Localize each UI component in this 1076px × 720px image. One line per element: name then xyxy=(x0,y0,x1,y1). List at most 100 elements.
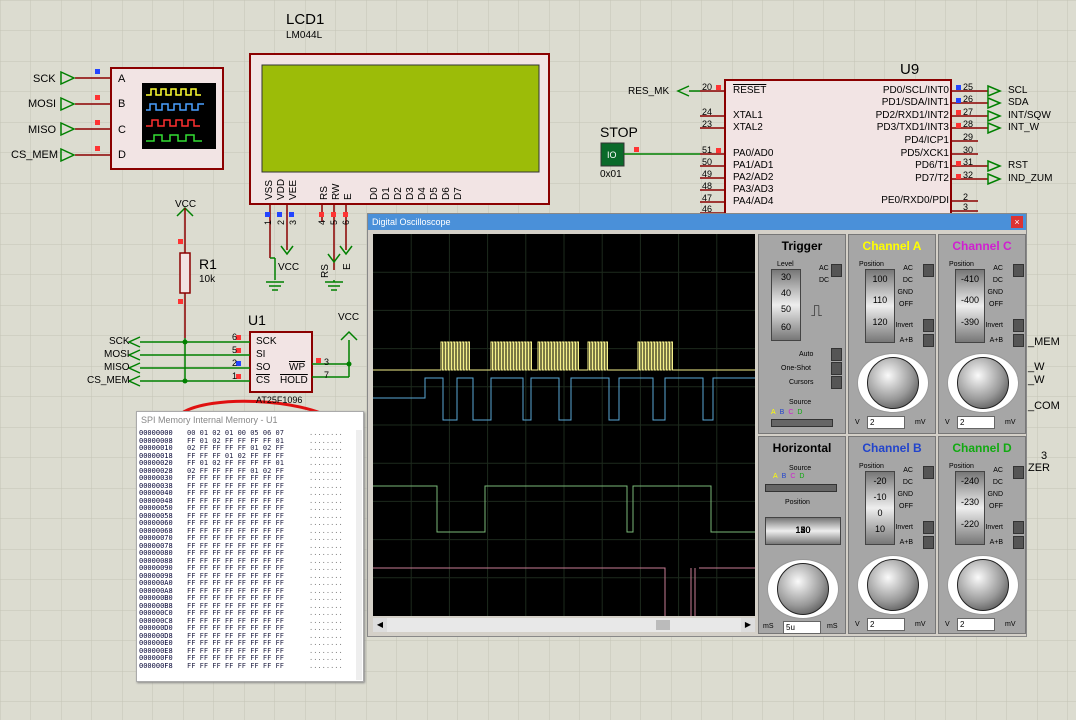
lcd-pin-rs: RS xyxy=(319,186,330,200)
lcd-pin-d2: D2 xyxy=(393,187,404,200)
u1-net-cs-mem: CS_MEM xyxy=(87,375,130,386)
trigger-source-label: Source xyxy=(789,399,812,406)
trigger-ac-dc-switch[interactable] xyxy=(831,264,842,277)
oscilloscope-window[interactable]: Digital Oscilloscope × ◀ ▶ Trigger Level… xyxy=(367,213,1027,637)
channel-c-volts-knob[interactable] xyxy=(957,357,1009,409)
u9-right-pin-num-9: 3 xyxy=(963,202,969,212)
channel-b-volts-knob[interactable] xyxy=(867,559,919,611)
scroll-left-icon[interactable]: ◀ xyxy=(373,618,387,632)
channel-a-mode-label: GND xyxy=(897,289,913,296)
trigger-level-label: Level xyxy=(777,261,794,268)
u9-right-net-7: IND_ZUM xyxy=(1008,173,1053,184)
scroll-thumb[interactable] xyxy=(656,620,670,630)
channel-a-trace xyxy=(373,341,755,371)
channel-c-position-value: -410 xyxy=(960,274,979,284)
channel-b-a-plus-b-button[interactable] xyxy=(923,536,934,549)
channel-c-title: Channel C xyxy=(952,239,1012,253)
channel-c-coupling-switch[interactable] xyxy=(1013,264,1024,277)
channel-d-title: Channel D xyxy=(952,441,1012,455)
trigger-source-a: A xyxy=(771,409,780,416)
channel-a-volts-knob[interactable] xyxy=(867,357,919,409)
horizontal-position-drum[interactable]: 150 140 130 120 xyxy=(765,517,841,545)
channel-d-a-plus-b-button[interactable] xyxy=(1013,536,1024,549)
channel-c-a-plus-b-button[interactable] xyxy=(1013,334,1024,347)
u9-right-pin-num-0: 25 xyxy=(963,82,974,92)
u9-right-pin-num-5: 30 xyxy=(963,145,974,155)
edge-net-w1: _W xyxy=(1028,361,1045,373)
trigger-level-drum[interactable]: 30 40 50 60 xyxy=(771,269,801,341)
lcd-pin-num-5: 5 xyxy=(329,219,339,225)
channel-a-position-drum[interactable]: 100 110 120 xyxy=(865,269,895,343)
channel-d-position-value: -230 xyxy=(960,497,979,508)
oscilloscope-screen[interactable] xyxy=(373,234,755,616)
oscilloscope-titlebar[interactable]: Digital Oscilloscope xyxy=(368,214,1026,230)
timebase-knob[interactable] xyxy=(777,563,829,615)
scroll-right-icon[interactable]: ▶ xyxy=(741,618,755,632)
channel-c-mode-label: GND xyxy=(987,289,1003,296)
channel-b-invert-button[interactable] xyxy=(923,521,934,534)
trigger-one-shot-button[interactable] xyxy=(831,362,842,375)
channel-a-position-label: Position xyxy=(859,261,884,268)
memory-hex: FF FF FF FF FF FF FF FF xyxy=(187,661,284,670)
channel-b-volts-value[interactable]: 2 xyxy=(867,618,905,631)
channel-b-mode-label: A+B xyxy=(899,539,913,546)
trigger-source-slider[interactable] xyxy=(771,419,833,427)
channel-a-invert-button[interactable] xyxy=(923,319,934,332)
lcd-pin-d4: D4 xyxy=(417,187,428,200)
channel-a-a-plus-b-button[interactable] xyxy=(923,334,934,347)
channel-b-mode-label: Invert xyxy=(895,524,913,531)
lcd-pin-num-1: 1 xyxy=(263,219,273,225)
spi-scrollbar[interactable] xyxy=(356,430,362,680)
trigger-cursors-button[interactable] xyxy=(831,376,842,389)
u9-right-pin-name-1: PD1/SDA/INT1 xyxy=(881,97,949,108)
spi-memory-dump[interactable]: 00000000 00 01 02 01 00 05 06 07........ 0… xyxy=(137,429,363,681)
trigger-auto-button[interactable] xyxy=(831,348,842,361)
channel-c-invert-button[interactable] xyxy=(1013,319,1024,332)
horizontal-source-slider[interactable] xyxy=(765,484,837,492)
trigger-title: Trigger xyxy=(781,239,823,253)
lcd-pin-d1: D1 xyxy=(381,187,392,200)
channel-b-coupling-switch[interactable] xyxy=(923,466,934,479)
r1-value: 10k xyxy=(199,274,216,285)
trigger-auto-label: Auto xyxy=(799,351,814,358)
channel-d-mode-label: GND xyxy=(987,491,1003,498)
u9-left-pin-num-3: 51 xyxy=(702,145,713,155)
u1-pin-sck: SCK xyxy=(256,336,277,347)
u9-right-pin-name-5: PD5/XCK1 xyxy=(900,148,949,159)
spi-memory-window[interactable]: SPI Memory Internal Memory - U1 00000000… xyxy=(136,411,364,682)
trigger-cursors-label: Cursors xyxy=(789,379,814,386)
trigger-level-40: 40 xyxy=(780,288,791,298)
lcd-pin-rw: RW xyxy=(331,183,342,200)
channel-c-volts-value[interactable]: 2 xyxy=(957,416,995,429)
channel-a-volts-value[interactable]: 2 xyxy=(867,416,905,429)
channel-d-volts-value[interactable]: 2 xyxy=(957,618,995,631)
channel-d-volts-knob[interactable] xyxy=(957,559,1009,611)
channel-a-position-value: 100 xyxy=(872,274,888,284)
stop-label: STOP xyxy=(600,124,638,140)
channel-c-position-value: -390 xyxy=(960,316,979,327)
lcd-pin-num-6: 6 xyxy=(341,219,351,225)
horizontal-scrollbar[interactable]: ◀ ▶ xyxy=(373,618,755,632)
close-button[interactable]: × xyxy=(1011,216,1023,228)
channel-d-position-drum[interactable]: -240 -230 -220 xyxy=(955,471,985,545)
lcd-pin-vss: VSS xyxy=(264,179,275,200)
u9-right-pin-num-8: 2 xyxy=(963,192,969,202)
oscilloscope-title: Digital Oscilloscope xyxy=(372,217,451,227)
channel-b-mode-label: GND xyxy=(897,491,913,498)
u9-right-pin-name-4: PD4/ICP1 xyxy=(904,135,949,146)
trigger-edge-icon[interactable]: ⎍ xyxy=(811,303,822,321)
lcd-pin-d7: D7 xyxy=(453,187,464,200)
channel-d-coupling-switch[interactable] xyxy=(1013,466,1024,479)
u9-right-pin-name-0: PD0/SCL/INT0 xyxy=(882,85,949,96)
lcd-pin-d6: D6 xyxy=(441,187,452,200)
channel-a-coupling-switch[interactable] xyxy=(923,264,934,277)
channel-d-invert-button[interactable] xyxy=(1013,521,1024,534)
channel-d-mode-label: A+B xyxy=(989,539,1003,546)
timebase-value[interactable]: 5u xyxy=(783,621,821,634)
channel-c-position-drum[interactable]: -410 -400 -390 xyxy=(955,269,985,343)
channel-b-position-drum[interactable]: -20 -10 0 10 xyxy=(865,471,895,545)
analyzer-pin-b: B xyxy=(118,98,126,110)
horizontal-source-label: Source xyxy=(789,465,812,472)
channel-a-mode-label: AC xyxy=(903,265,913,272)
u9-left-pin-name-6: PA3/AD3 xyxy=(733,184,774,195)
